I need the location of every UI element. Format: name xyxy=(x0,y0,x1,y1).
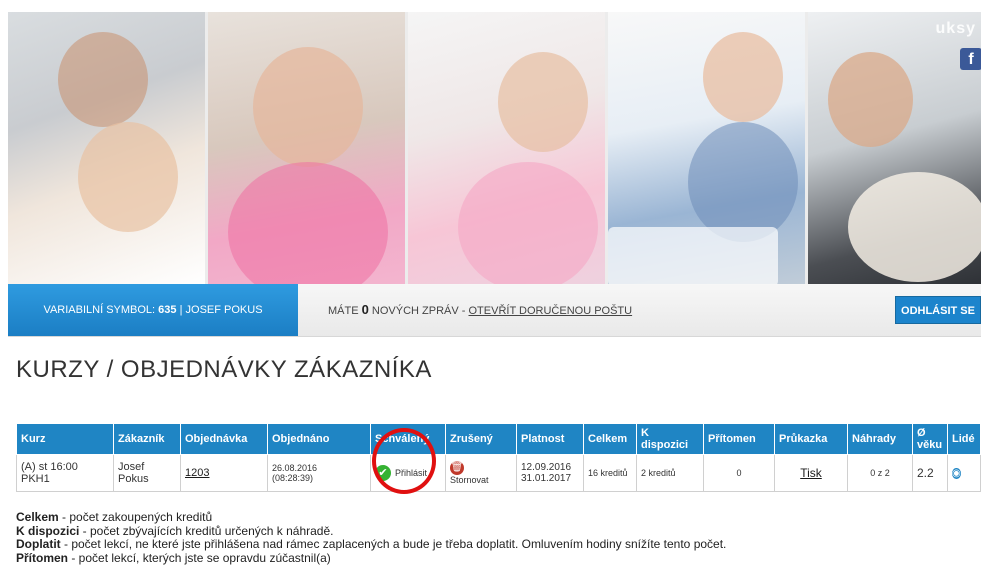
col-celkem[interactable]: Celkem xyxy=(583,423,637,455)
legend: Celkem - počet zakoupených kreditů K dis… xyxy=(16,510,727,566)
open-inbox-link[interactable]: OTEVŘÍT DORUČENOU POŠTU xyxy=(469,305,633,317)
cell-cancel: 🗑 Stornovat xyxy=(445,454,517,492)
col-objednano[interactable]: Objednáno xyxy=(267,423,371,455)
legend-text: - počet lekcí, ne které jste přihlášena … xyxy=(60,537,727,551)
cell-avg-age: 2.2 xyxy=(912,454,948,492)
cell-course: (A) st 16:00 PKH1 xyxy=(16,454,114,492)
col-zakaznik[interactable]: Zákazník xyxy=(113,423,181,455)
photo-mother-baby xyxy=(8,12,205,284)
table-row: (A) st 16:00 PKH1 Josef Pokus 1203 26.08… xyxy=(16,454,981,492)
col-schvaleny[interactable]: Schválený xyxy=(370,423,446,455)
cell-validity: 12.09.2016 31.01.2017 xyxy=(516,454,584,492)
cell-present: 0 xyxy=(703,454,775,492)
logout-button[interactable]: ODHLÁSIT SE xyxy=(895,296,981,324)
page-title: KURZY / OBJEDNÁVKY ZÁKAZNÍKA xyxy=(16,356,432,383)
table-header-row: Kurz Zákazník Objednávka Objednáno Schvá… xyxy=(16,423,981,455)
col-lide[interactable]: Lidé xyxy=(947,423,981,455)
valid-to: 31.01.2017 xyxy=(521,473,572,484)
col-k-dispozici[interactable]: K dispozici xyxy=(636,423,704,455)
cancel-button[interactable]: 🗑 Stornovat xyxy=(450,461,512,485)
approve-label: Přihlásit xyxy=(395,468,428,478)
photo-laughing-girl xyxy=(208,12,405,284)
cell-people: ◉ xyxy=(947,454,981,492)
user-name: JOSEF POKUS xyxy=(185,304,263,316)
col-nahrady[interactable]: Náhrady xyxy=(847,423,913,455)
eye-icon[interactable]: ◉ xyxy=(952,467,961,479)
legend-text: - počet zakoupených kreditů xyxy=(58,510,213,524)
variable-symbol: VARIABILNÍ SYMBOL: 635 | JOSEF POKUS xyxy=(8,284,298,336)
col-prukazka[interactable]: Průkazka xyxy=(774,423,848,455)
top-strip xyxy=(0,0,981,8)
cell-total: 16 kreditů xyxy=(583,454,637,492)
valid-from: 12.09.2016 xyxy=(521,462,572,473)
messages-info: MÁTE 0 NOVÝCH ZPRÁV - OTEVŘÍT DORUČENOU … xyxy=(328,284,632,336)
legend-term: Doplatit xyxy=(16,537,61,551)
legend-term: K dispozici xyxy=(16,523,80,538)
messages-suffix: NOVÝCH ZPRÁV - xyxy=(371,305,466,317)
col-zruseny[interactable]: Zrušený xyxy=(445,423,517,455)
print-card-link[interactable]: Tisk xyxy=(774,454,848,492)
messages-prefix: MÁTE xyxy=(328,305,359,317)
col-platnost[interactable]: Platnost xyxy=(516,423,584,455)
col-pritomen[interactable]: Přítomen xyxy=(703,423,775,455)
brand-logo: uksy xyxy=(935,20,976,37)
legend-text: - počet lekcí, kterých jste se opravdu z… xyxy=(68,550,331,565)
legend-text: - počet zbývajících kreditů určených k n… xyxy=(79,523,334,538)
orders-table: Kurz Zákazník Objednávka Objednáno Schvá… xyxy=(16,423,981,492)
col-prumer-veku[interactable]: Ø věku xyxy=(912,423,948,455)
legend-term: Přítomen xyxy=(16,550,69,565)
approve-button[interactable]: ✔ Přihlásit xyxy=(375,465,441,481)
ordered-date: 26.08.2016 xyxy=(272,463,318,473)
photo-boy-singing xyxy=(608,12,805,284)
checkmark-icon: ✔ xyxy=(375,465,391,481)
facebook-icon[interactable]: f xyxy=(960,48,981,70)
cell-replacements: 0 z 2 xyxy=(847,454,913,492)
legend-item: Celkem - počet zakoupených kreditů xyxy=(16,510,726,525)
cell-available: 2 kreditů xyxy=(636,454,704,492)
photo-girls-recorders xyxy=(408,12,605,284)
user-bar: VARIABILNÍ SYMBOL: 635 | JOSEF POKUS MÁT… xyxy=(8,284,981,337)
messages-count: 0 xyxy=(361,302,369,317)
hero-banner: uksy f xyxy=(8,12,981,284)
trash-icon: 🗑 xyxy=(450,461,464,475)
legend-term: Celkem xyxy=(16,510,59,524)
cell-approve: ✔ Přihlásit xyxy=(370,454,446,492)
cancel-label: Stornovat xyxy=(450,475,489,485)
legend-item: K dispozici - počet zbývajících kreditů … xyxy=(16,523,726,539)
ordered-time: (08:28:39) xyxy=(272,473,314,483)
separator: | xyxy=(179,304,183,316)
col-kurz[interactable]: Kurz xyxy=(16,423,114,455)
photo-teen-guitar: uksy f xyxy=(808,12,981,284)
variable-symbol-value: 635 xyxy=(158,304,177,316)
legend-item: Doplatit - počet lekcí, ne které jste př… xyxy=(16,537,727,552)
col-objednavka[interactable]: Objednávka xyxy=(180,423,268,455)
order-number-link[interactable]: 1203 xyxy=(180,454,268,492)
cell-ordered: 26.08.2016 (08:28:39) xyxy=(267,454,371,492)
cell-customer: Josef Pokus xyxy=(113,454,181,492)
legend-item: Přítomen - počet lekcí, kterých jste se … xyxy=(16,550,726,566)
variable-symbol-label: VARIABILNÍ SYMBOL: xyxy=(43,304,156,316)
